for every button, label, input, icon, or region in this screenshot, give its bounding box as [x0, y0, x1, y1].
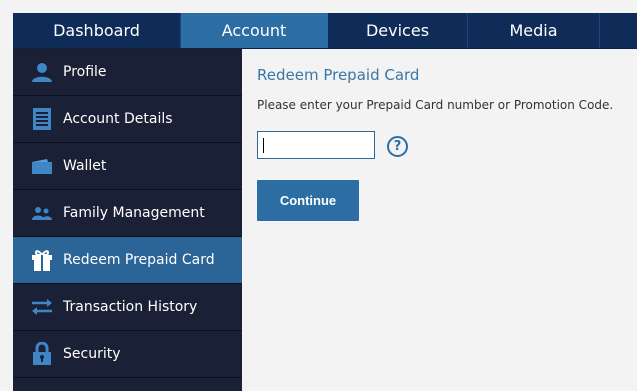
- left-margin: [0, 0, 13, 391]
- tab-media[interactable]: Media: [468, 13, 600, 48]
- sidebar-item-label: Family Management: [63, 205, 205, 221]
- tab-devices[interactable]: Devices: [328, 13, 468, 48]
- prepaid-code-input[interactable]: [257, 131, 375, 159]
- main-content: Redeem Prepaid Card Please enter your Pr…: [243, 49, 637, 391]
- tab-overflow: [600, 13, 637, 48]
- sidebar-item-label: Profile: [63, 64, 107, 80]
- wallet-icon: [30, 154, 54, 178]
- tab-dashboard[interactable]: Dashboard: [13, 13, 181, 48]
- top-margin: [0, 0, 637, 13]
- sidebar-item-label: Transaction History: [63, 299, 198, 315]
- tab-account[interactable]: Account: [181, 13, 328, 48]
- continue-button[interactable]: Continue: [257, 180, 359, 221]
- sidebar-item-family-management[interactable]: Family Management: [13, 190, 242, 237]
- help-icon[interactable]: ?: [387, 136, 408, 157]
- text-caret: [263, 138, 264, 153]
- sidebar-item-transaction-history[interactable]: Transaction History: [13, 284, 242, 331]
- top-navigation: Dashboard Account Devices Media: [13, 13, 637, 49]
- family-icon: [30, 201, 54, 225]
- person-icon: [30, 60, 54, 84]
- transfer-arrows-icon: [30, 295, 54, 319]
- sidebar-item-label: Security: [63, 346, 121, 362]
- instruction-text: Please enter your Prepaid Card number or…: [257, 98, 614, 112]
- sidebar-item-label: Redeem Prepaid Card: [63, 252, 215, 268]
- sidebar-item-redeem-prepaid-card[interactable]: Redeem Prepaid Card: [13, 237, 242, 284]
- sidebar-item-security[interactable]: Security: [13, 331, 242, 378]
- document-icon: [30, 107, 54, 131]
- sidebar-item-label: Wallet: [63, 158, 107, 174]
- gift-icon: [30, 248, 54, 272]
- sidebar-item-label: Account Details: [63, 111, 173, 127]
- lock-icon: [30, 342, 54, 366]
- page-title: Redeem Prepaid Card: [257, 66, 420, 84]
- sidebar-item-wallet[interactable]: Wallet: [13, 143, 242, 190]
- sidebar-item-account-details[interactable]: Account Details: [13, 96, 242, 143]
- sidebar: Profile Account Details Wallet Family Ma…: [13, 49, 242, 391]
- sidebar-item-profile[interactable]: Profile: [13, 49, 242, 96]
